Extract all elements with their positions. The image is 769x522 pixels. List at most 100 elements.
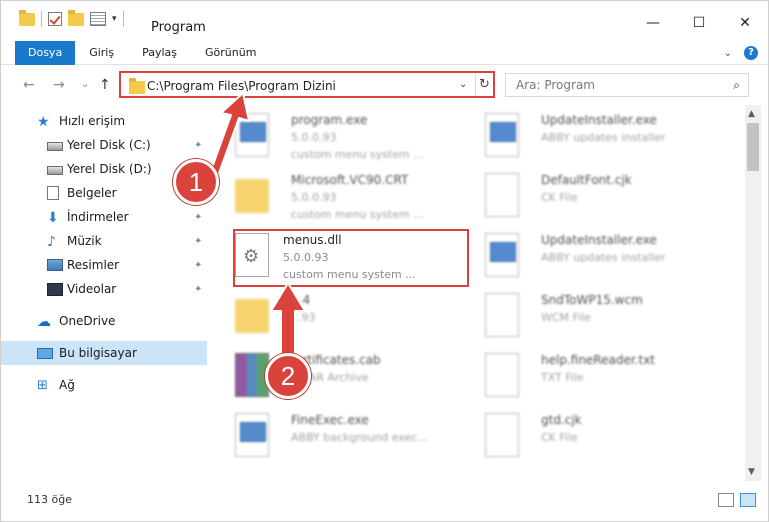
file-icon (485, 173, 519, 217)
scroll-up-icon[interactable]: ▲ (748, 109, 755, 119)
item-count: 113 öğe (27, 493, 72, 506)
sidebar-item-drive-c[interactable]: Yerel Disk (C:) ✦ (1, 133, 207, 157)
file-type: CK File (541, 431, 578, 444)
separator (41, 11, 42, 27)
search-icon[interactable]: ⌕ (733, 78, 740, 93)
pictures-icon (47, 259, 63, 271)
file-type: WCM File (541, 311, 591, 324)
scroll-down-icon[interactable]: ▼ (748, 467, 755, 477)
file-item[interactable]: SndToWP15.wcm WCM File (461, 289, 711, 349)
pin-icon[interactable]: ✦ (194, 284, 202, 295)
separator (122, 11, 124, 27)
status-bar: 113 öğe (1, 485, 768, 521)
file-type: CK File (541, 191, 578, 204)
quick-access-toolbar: ▾ (19, 9, 124, 27)
step-badge-2: 2 (265, 353, 311, 399)
sidebar-item-label: Belgeler (67, 186, 117, 200)
sidebar-item-onedrive[interactable]: ☁ OneDrive (1, 309, 207, 333)
recent-locations-button[interactable]: ⌄ (81, 79, 89, 90)
sidebar-item-label: Müzik (67, 234, 102, 248)
folder-icon (129, 78, 145, 94)
forward-button[interactable]: → (53, 77, 65, 93)
new-folder-icon[interactable] (68, 9, 84, 26)
music-icon: ♪ (47, 234, 56, 250)
close-button[interactable]: ✕ (722, 9, 768, 37)
sidebar-item-music[interactable]: ♪ Müzik ✦ (1, 229, 207, 253)
navigation-pane: ★ Hızlı erişim Yerel Disk (C:) ✦ Yerel D… (1, 105, 207, 481)
file-item[interactable]: ...4 ...93 (211, 289, 461, 349)
tab-giris[interactable]: Giriş (75, 41, 128, 65)
search-box[interactable]: Ara: Program ⌕ (505, 73, 749, 97)
file-type: TXT File (541, 371, 584, 384)
chevron-down-icon[interactable]: ⌄ (459, 79, 467, 90)
scroll-thumb[interactable] (747, 123, 759, 171)
help-icon[interactable]: ? (744, 46, 758, 60)
folder-icon[interactable] (19, 9, 35, 26)
tiles-view-icon[interactable] (740, 493, 756, 507)
file-version: 5.0.0.93 (291, 131, 337, 144)
minimize-button[interactable]: — (630, 9, 676, 37)
file-name: Microsoft.VC90.CRT (291, 173, 409, 187)
sidebar-item-label: OneDrive (59, 314, 116, 328)
file-item[interactable]: DefaultFont.cjk CK File (461, 169, 711, 229)
explorer-window: ▾ Program — ☐ ✕ Dosya Giriş Paylaş Görün… (0, 0, 769, 522)
maximize-button[interactable]: ☐ (676, 9, 722, 37)
sidebar-item-label: Videolar (67, 282, 117, 296)
pin-icon[interactable]: ✦ (194, 236, 202, 247)
videos-icon (47, 282, 63, 296)
properties-check-icon[interactable] (48, 12, 62, 26)
sidebar-item-label: İndirmeler (67, 210, 129, 224)
tab-gorunum[interactable]: Görünüm (191, 41, 270, 65)
window-controls: — ☐ ✕ (630, 9, 768, 37)
tab-paylas[interactable]: Paylaş (128, 41, 191, 65)
sidebar-item-label: Yerel Disk (C:) (67, 138, 151, 152)
address-row: ← → ⌄ ↑ C:\Program Files\Program Dizini … (1, 67, 768, 103)
ribbon-tabs: Dosya Giriş Paylaş Görünüm ⌄ ? (1, 41, 768, 65)
documents-icon (47, 186, 59, 200)
pin-icon[interactable]: ✦ (194, 260, 202, 271)
file-name: UpdateInstaller.exe (541, 233, 657, 247)
sidebar-item-this-pc[interactable]: Bu bilgisayar (1, 341, 207, 365)
tab-dosya[interactable]: Dosya (15, 41, 76, 65)
vertical-scrollbar[interactable]: ▲ ▼ (745, 105, 761, 481)
properties-icon[interactable] (90, 12, 106, 26)
chevron-down-icon[interactable]: ⌄ (724, 48, 732, 59)
exe-icon (485, 233, 519, 277)
downloads-icon: ⬇ (47, 210, 59, 226)
sidebar-item-label: Ağ (59, 378, 75, 392)
network-icon: ⊞ (37, 378, 48, 393)
exe-icon (485, 113, 519, 157)
sidebar-item-quick-access[interactable]: ★ Hızlı erişim (1, 109, 207, 133)
address-bar[interactable]: C:\Program Files\Program Dizini ⌄ ↻ (119, 71, 495, 98)
sidebar-item-label: Yerel Disk (D:) (67, 162, 152, 176)
refresh-button[interactable]: ↻ (475, 75, 493, 95)
file-item[interactable]: help.fineReader.txt TXT File (461, 349, 711, 409)
pin-icon[interactable]: ✦ (194, 212, 202, 223)
search-placeholder[interactable]: Ara: Program (516, 78, 595, 92)
this-pc-icon (37, 347, 53, 359)
file-description: ABBY background exec... (291, 431, 428, 444)
file-item[interactable]: FineExec.exe ABBY background exec... (211, 409, 461, 469)
sidebar-item-label: Hızlı erişim (59, 114, 126, 128)
file-icon (485, 353, 519, 397)
sidebar-item-downloads[interactable]: ⬇ İndirmeler ✦ (1, 205, 207, 229)
file-item[interactable]: ...rtificates.cab ...RAR Archive (211, 349, 461, 409)
qat-dropdown-icon[interactable]: ▾ (112, 14, 117, 24)
file-name: FineExec.exe (291, 413, 369, 427)
sidebar-item-network[interactable]: ⊞ Ağ (1, 373, 207, 397)
sidebar-item-videos[interactable]: Videolar ✦ (1, 277, 207, 301)
file-name: help.fineReader.txt (541, 353, 655, 367)
sidebar-item-label: Resimler (67, 258, 120, 272)
sidebar-item-pictures[interactable]: Resimler ✦ (1, 253, 207, 277)
file-item[interactable]: UpdateInstaller.exe ABBY updates install… (461, 229, 711, 289)
file-icon (485, 293, 519, 337)
ribbon-controls: ⌄ ? (724, 46, 758, 60)
file-description: custom menu system ... (291, 148, 424, 161)
file-type: ABBY updates installer (541, 131, 666, 144)
file-item[interactable]: UpdateInstaller.exe ABBY updates install… (461, 109, 711, 169)
details-view-icon[interactable] (718, 493, 734, 507)
file-item[interactable]: gtd.cjk CK File (461, 409, 711, 469)
up-button[interactable]: ↑ (99, 77, 111, 93)
back-button[interactable]: ← (23, 77, 35, 93)
file-name: DefaultFont.cjk (541, 173, 632, 187)
